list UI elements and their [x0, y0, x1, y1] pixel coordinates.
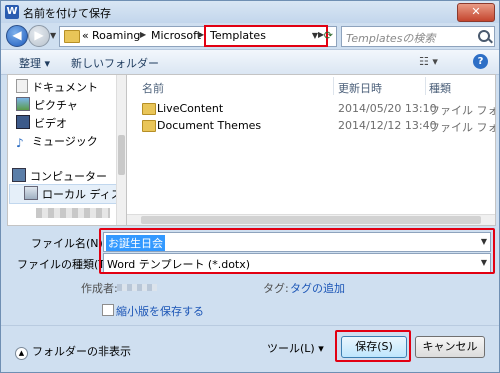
sidebar-scrollbar[interactable] [116, 75, 126, 225]
save-thumbnail-label[interactable]: 縮小版を保存する [116, 303, 204, 319]
forward-button[interactable]: ▶ [28, 25, 50, 47]
tags-label: タグ: [263, 282, 289, 295]
navigation-pane: ドキュメント ピクチャ ビデオ ♪ ミュージック コンピューター ローカル ディス [7, 74, 127, 226]
sidebar-item-videos[interactable]: ビデオ [16, 115, 67, 131]
save-as-dialog: W 名前を付けて保存 ✕ ◀ ▶ ▼ « Roaming ▶ Microsoft… [0, 0, 500, 373]
file-name: Document Themes [157, 119, 262, 132]
view-options-icon[interactable]: ☷ ▾ [419, 55, 438, 68]
column-header-date[interactable]: 更新日時 [338, 80, 382, 96]
local-disk-icon [24, 186, 38, 200]
file-date: 2014/05/20 13:10 [338, 102, 437, 115]
title-bar: W 名前を付けて保存 ✕ [1, 1, 499, 23]
file-date: 2014/12/12 13:40 [338, 119, 437, 132]
recent-locations-dropdown-icon[interactable]: ▼ [50, 31, 56, 40]
sidebar-item-obscured[interactable] [36, 208, 110, 218]
hide-folders-button[interactable]: ▲ フォルダーの非表示 [15, 343, 131, 360]
filename-type-highlight-box [99, 228, 495, 274]
column-divider[interactable] [333, 77, 334, 95]
search-box[interactable]: Templatesの検索 [341, 26, 495, 47]
sidebar-scrollbar-thumb[interactable] [118, 135, 125, 175]
back-button[interactable]: ◀ [6, 25, 28, 47]
address-bar[interactable]: « Roaming ▶ Microsoft ▶ Templates ▶ ▼ ⟳ [59, 25, 337, 47]
address-dropdown-icon[interactable]: ▼ [312, 31, 318, 40]
breadcrumb-overflow[interactable]: « [82, 29, 89, 42]
help-icon[interactable]: ? [473, 54, 488, 69]
save-highlight-box [335, 330, 411, 362]
file-type: ファイル フォル [429, 104, 495, 117]
folder-icon [142, 103, 156, 115]
close-button[interactable]: ✕ [457, 3, 495, 22]
column-divider[interactable] [425, 77, 426, 95]
templates-highlight-box [204, 25, 328, 47]
sidebar-item-computer[interactable]: コンピューター [12, 168, 107, 184]
folder-icon [64, 30, 80, 43]
cancel-button[interactable]: キャンセル [415, 336, 485, 358]
search-icon[interactable] [478, 30, 490, 42]
breadcrumb-roaming[interactable]: Roaming [92, 29, 140, 42]
chevron-up-icon: ▲ [15, 347, 28, 360]
search-placeholder: Templatesの検索 [346, 32, 436, 45]
save-thumbnail-checkbox[interactable] [102, 304, 114, 316]
music-icon: ♪ [16, 136, 24, 150]
column-header-name[interactable]: 名前 [142, 80, 164, 96]
breadcrumb-microsoft[interactable]: Microsoft [151, 29, 201, 42]
refresh-icon[interactable]: ⟳ [324, 29, 333, 42]
footer-divider [1, 325, 499, 326]
file-list: 名前 更新日時 種類 LiveContent 2014/05/20 13:10 … [126, 74, 496, 226]
dialog-title: 名前を付けて保存 [23, 7, 111, 20]
sidebar-item-music[interactable]: ♪ ミュージック [16, 133, 98, 149]
pictures-icon [16, 97, 30, 111]
documents-icon [16, 79, 28, 93]
author-label: 作成者: [81, 282, 118, 295]
file-name: LiveContent [157, 102, 224, 115]
column-header-type[interactable]: 種類 [429, 80, 451, 96]
navigation-bar: ◀ ▶ ▼ « Roaming ▶ Microsoft ▶ Templates … [1, 23, 499, 49]
computer-icon [12, 168, 26, 182]
command-toolbar: 整理 ▾ 新しいフォルダー ☷ ▾ ? [1, 49, 499, 75]
breadcrumb-separator-icon[interactable]: ▶ [140, 30, 146, 39]
folder-icon [142, 120, 156, 132]
sidebar-item-local-disk[interactable]: ローカル ディス [24, 186, 122, 202]
horizontal-scrollbar-thumb[interactable] [141, 216, 481, 224]
sidebar-item-documents[interactable]: ドキュメント [16, 79, 98, 95]
author-value-obscured[interactable] [117, 284, 157, 291]
filename-label: ファイル名(N): [31, 237, 107, 250]
organize-button[interactable]: 整理 ▾ [19, 55, 50, 71]
horizontal-scrollbar[interactable] [127, 214, 495, 225]
videos-icon [16, 115, 30, 129]
sidebar-item-pictures[interactable]: ピクチャ [16, 97, 78, 113]
file-row[interactable]: LiveContent 2014/05/20 13:10 ファイル フォル [127, 101, 495, 117]
word-app-icon: W [5, 5, 19, 19]
add-tag-link[interactable]: タグの追加 [290, 280, 345, 296]
new-folder-button[interactable]: 新しいフォルダー [71, 55, 159, 71]
file-type: ファイル フォル [429, 121, 495, 134]
file-row[interactable]: Document Themes 2014/12/12 13:40 ファイル フォ… [127, 118, 495, 134]
tools-menu-button[interactable]: ツール(L) ▾ [267, 340, 324, 356]
